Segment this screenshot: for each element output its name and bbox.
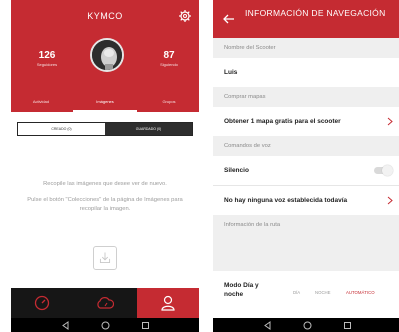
section-spacer xyxy=(213,235,399,271)
tab-activity[interactable]: Actividad xyxy=(11,96,71,112)
profile-header: KYMCO 126 Seguidores 87 Siguiendo Activi… xyxy=(11,0,199,112)
silence-row: Silencio xyxy=(213,156,399,185)
followers-label: Seguidores xyxy=(36,62,58,67)
collection-segmented-control: CREADO (0) GUARDADO (0) xyxy=(17,122,193,136)
section-buy-maps: Comprar mapas xyxy=(213,87,399,107)
recents-square-icon[interactable] xyxy=(343,321,352,330)
segment-saved[interactable]: GUARDADO (0) xyxy=(105,123,192,135)
day-night-mode-row: Modo Día y noche DÍA NOCHE AUTOMÁTICO xyxy=(213,271,399,316)
voice-status-label: No hay ninguna voz establecida todavía xyxy=(224,197,348,204)
page-title: INFORMACIÓN DE NAVEGACIÓN xyxy=(245,8,386,18)
mode-option-auto[interactable]: AUTOMÁTICO xyxy=(346,290,375,295)
app-title: KYMCO xyxy=(87,11,123,21)
android-nav-bar xyxy=(11,318,199,332)
settings-gear-icon[interactable] xyxy=(179,10,191,22)
section-scooter-name: Nombre del Scooter xyxy=(213,38,399,58)
avatar-image xyxy=(92,40,122,70)
followers-count: 126 xyxy=(38,50,56,61)
android-nav-bar xyxy=(213,318,399,332)
bottom-nav-cloud-dashboard[interactable] xyxy=(74,288,136,318)
day-night-label: Modo Día y noche xyxy=(224,282,259,298)
cloud-gauge-icon xyxy=(97,297,114,309)
home-circle-icon[interactable] xyxy=(101,321,110,330)
following-label: Siguiendo xyxy=(160,62,178,67)
back-triangle-icon[interactable] xyxy=(61,321,70,330)
bottom-nav-speedometer[interactable] xyxy=(11,288,73,318)
tab-groups[interactable]: Grupos xyxy=(139,96,199,112)
download-tray-icon xyxy=(93,246,117,270)
silence-toggle[interactable] xyxy=(374,165,393,176)
empty-state: Recopile las imágenes que desee ver de n… xyxy=(23,180,187,214)
free-map-offer-row[interactable]: Obtener 1 mapa gratis para el scooter xyxy=(213,107,399,136)
speedometer-icon xyxy=(34,295,50,311)
chevron-right-icon xyxy=(387,117,393,126)
avatar[interactable] xyxy=(90,38,124,72)
toggle-knob xyxy=(382,165,393,176)
empty-state-hint: Pulse el botón "Colecciones" de la págin… xyxy=(27,197,183,212)
navigation-header: INFORMACIÓN DE NAVEGACIÓN xyxy=(213,0,399,38)
profile-tabs: Actividad Imágenes Grupos xyxy=(11,96,199,112)
mode-option-night[interactable]: NOCHE xyxy=(315,290,331,295)
voice-setting-row[interactable]: No hay ninguna voz establecida todavía xyxy=(213,186,399,215)
silence-label: Silencio xyxy=(224,167,249,174)
user-icon xyxy=(161,295,175,311)
section-route-info: Información de la ruta xyxy=(213,215,399,235)
recents-square-icon[interactable] xyxy=(141,321,150,330)
home-circle-icon[interactable] xyxy=(303,321,312,330)
segment-created[interactable]: CREADO (0) xyxy=(18,123,105,135)
mode-option-day[interactable]: DÍA xyxy=(293,290,300,295)
following-count: 87 xyxy=(163,50,175,61)
empty-state-message: Recopile las imágenes que desee ver de n… xyxy=(43,181,167,187)
chevron-right-icon xyxy=(387,196,393,205)
back-arrow-icon[interactable] xyxy=(222,12,236,26)
followers-stat[interactable]: 126 Seguidores xyxy=(17,50,77,67)
profile-screen: KYMCO 126 Seguidores 87 Siguiendo Activi… xyxy=(11,0,199,332)
section-voice-commands: Comandos de voz xyxy=(213,136,399,156)
tab-images[interactable]: Imágenes xyxy=(73,96,137,112)
navigation-info-screen: INFORMACIÓN DE NAVEGACIÓN Nombre del Sco… xyxy=(213,0,399,332)
free-map-offer-label: Obtener 1 mapa gratis para el scooter xyxy=(224,118,341,125)
following-stat[interactable]: 87 Siguiendo xyxy=(139,50,199,67)
scooter-name-field[interactable]: Luis xyxy=(213,58,399,87)
back-triangle-icon[interactable] xyxy=(263,321,272,330)
scooter-name-value: Luis xyxy=(224,69,238,76)
bottom-nav xyxy=(11,288,199,318)
bottom-nav-profile[interactable] xyxy=(137,288,199,318)
